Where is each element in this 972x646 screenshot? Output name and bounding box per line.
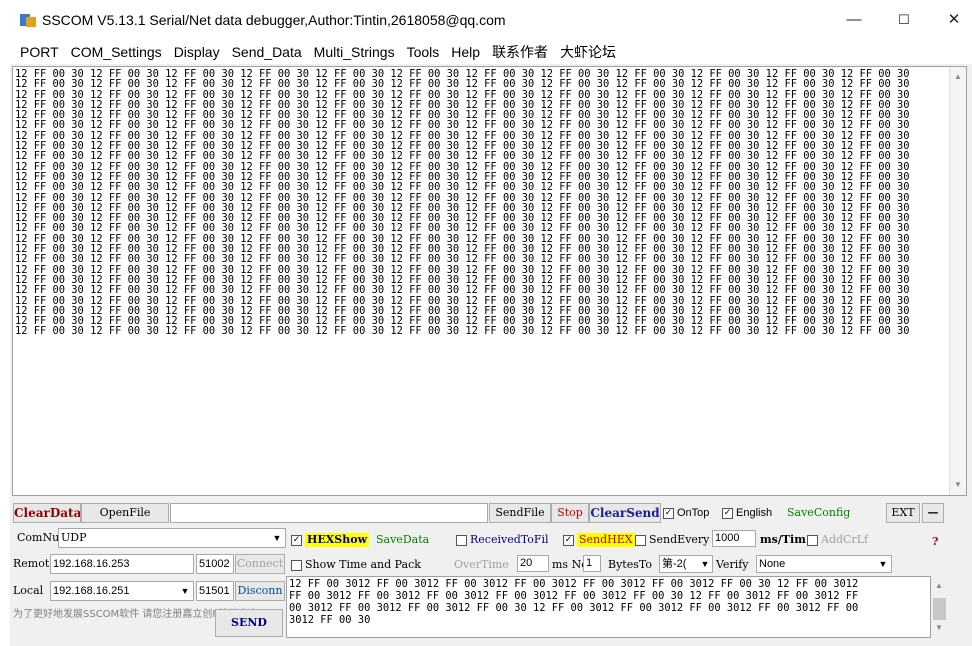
comnum-select[interactable]: UDP	[58, 528, 286, 548]
received-to-file-checkbox[interactable]	[456, 535, 467, 546]
show-time-label: Show Time and Pack	[305, 558, 421, 571]
ms-tim-label: ms/Tim	[760, 533, 806, 546]
verify-select[interactable]: None	[756, 555, 892, 573]
send-scroll-down-icon[interactable]: ▼	[931, 620, 947, 636]
send-every-checkbox[interactable]	[635, 535, 646, 546]
send-scrollbar[interactable]: ▲ ▼	[931, 576, 948, 638]
bytes-to-label: BytesTo	[608, 558, 652, 571]
send-text: 12 FF 00 3012 FF 00 3012 FF 00 3012 FF 0…	[289, 578, 859, 626]
on-top-label: OnTop	[677, 507, 710, 519]
add-crlf-checkbox[interactable]	[807, 535, 818, 546]
menu-display[interactable]: Display	[168, 44, 226, 60]
send-hex-checkbox[interactable]: ✓	[563, 535, 574, 546]
clear-send-button[interactable]: ClearSend	[589, 503, 661, 523]
comnum-dropdown-icon[interactable]: ▼	[270, 529, 284, 547]
send-every-label: SendEvery	[649, 533, 710, 546]
send-scroll-thumb[interactable]	[933, 598, 946, 620]
background-edge	[0, 0, 10, 646]
send-file-button[interactable]: SendFile	[489, 503, 551, 523]
menu-bar: PORT COM_Settings Display Send_Data Mult…	[10, 40, 972, 64]
local-ip-select[interactable]: 192.168.16.251	[50, 581, 194, 601]
show-time-checkbox[interactable]	[291, 560, 302, 571]
on-top-checkbox[interactable]: ✓	[663, 508, 674, 519]
receive-text: 12 FF 00 30 12 FF 00 30 12 FF 00 30 12 F…	[15, 68, 910, 338]
app-window: SSCOM V5.13.1 Serial/Net data debugger,A…	[10, 0, 972, 646]
receive-area[interactable]: 12 FF 00 30 12 FF 00 30 12 FF 00 30 12 F…	[12, 66, 967, 496]
menu-forum[interactable]: 大虾论坛	[554, 42, 622, 62]
local-ip-value: 192.168.16.251	[53, 585, 130, 597]
menu-help[interactable]: Help	[445, 44, 486, 60]
received-to-file-label: ReceivedToFil	[470, 533, 549, 546]
app-icon	[20, 12, 36, 28]
remote-label: Remot	[13, 557, 50, 570]
remote-ip-input[interactable]: 192.168.16.253	[50, 554, 194, 574]
send-text-area[interactable]: 12 FF 00 3012 FF 00 3012 FF 00 3012 FF 0…	[286, 576, 931, 638]
open-file-button[interactable]: OpenFile	[81, 503, 169, 523]
menu-send-data[interactable]: Send_Data	[226, 44, 308, 60]
disconnect-button[interactable]: Disconn	[235, 581, 285, 601]
english-checkbox[interactable]: ✓	[722, 508, 733, 519]
close-button[interactable]: ✕	[934, 8, 972, 32]
window-title: SSCOM V5.13.1 Serial/Net data debugger,A…	[42, 12, 506, 28]
hex-show-checkbox[interactable]: ✓	[291, 535, 302, 546]
local-label: Local	[13, 584, 44, 597]
stop-button[interactable]: Stop	[551, 503, 589, 523]
overtime-label: OverTime	[454, 558, 509, 571]
save-config-link[interactable]: SaveConfig	[787, 506, 850, 520]
clear-data-button[interactable]: ClearData	[13, 503, 81, 523]
help-link[interactable]: ?	[932, 535, 938, 549]
verify-label: Verify	[716, 558, 749, 571]
menu-tools[interactable]: Tools	[401, 44, 446, 60]
english-label: English	[736, 507, 773, 519]
menu-port[interactable]: PORT	[10, 44, 65, 60]
collapse-button[interactable]: —	[922, 503, 944, 523]
receive-scrollbar[interactable]: ▲ ▼	[949, 67, 966, 495]
hex-show-label: HEXShow	[305, 533, 370, 547]
send-hex-label: SendHEX	[577, 533, 635, 547]
menu-multi-strings[interactable]: Multi_Strings	[308, 44, 401, 60]
ext-button[interactable]: EXT	[886, 503, 920, 523]
add-crlf-label: AddCrLf	[821, 533, 869, 546]
menu-contact-author[interactable]: 联系作者	[486, 42, 554, 62]
comnum-value: UDP	[61, 531, 87, 544]
verify-dropdown-icon[interactable]: ▼	[876, 555, 890, 573]
send-scroll-up-icon[interactable]: ▲	[931, 578, 947, 594]
local-ip-dropdown-icon[interactable]: ▼	[178, 582, 192, 600]
scroll-down-icon[interactable]: ▼	[950, 477, 966, 493]
maximize-button[interactable]: ☐	[884, 8, 924, 32]
file-path-input[interactable]	[170, 503, 488, 523]
bytes-to-dropdown-icon[interactable]: ▼	[698, 555, 712, 573]
scroll-up-icon[interactable]: ▲	[950, 69, 966, 85]
send-button[interactable]: SEND	[215, 609, 283, 637]
title-bar: SSCOM V5.13.1 Serial/Net data debugger,A…	[10, 0, 972, 40]
send-every-input[interactable]: 1000	[712, 530, 756, 547]
local-port-input[interactable]: 51501	[196, 581, 234, 601]
connect-button[interactable]: Connect	[235, 554, 285, 574]
save-data-link[interactable]: SaveData	[376, 533, 429, 547]
remote-port-input[interactable]: 51002	[196, 554, 234, 574]
overtime-input[interactable]: 20	[517, 555, 549, 572]
menu-com-settings[interactable]: COM_Settings	[65, 44, 168, 60]
minimize-button[interactable]: —	[834, 8, 874, 32]
bytes-to-value: 第-2(	[662, 558, 687, 570]
verify-value: None	[759, 558, 786, 570]
no-input[interactable]: 1	[583, 555, 601, 572]
